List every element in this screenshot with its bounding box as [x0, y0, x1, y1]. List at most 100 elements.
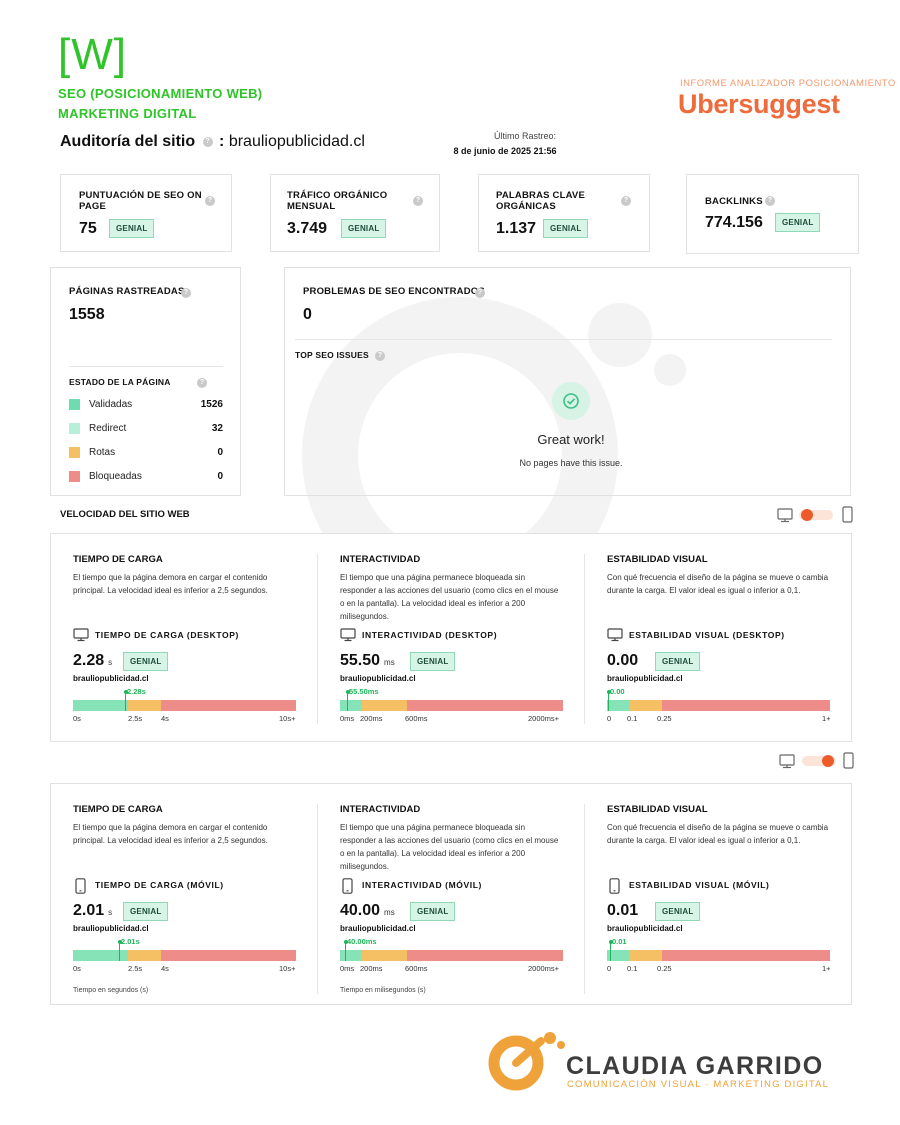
value-marker: [125, 692, 126, 711]
axis-tick: 0: [607, 964, 612, 973]
site-domain: brauliopublicidad.cl: [340, 674, 416, 683]
brand-line-2: MARKETING DIGITAL: [58, 106, 197, 121]
great-work-text: Great work!: [537, 432, 605, 447]
help-icon[interactable]: ?: [475, 288, 485, 298]
axis-tick: 200ms: [360, 714, 383, 723]
divider: [317, 554, 318, 724]
bar-segment-good: [340, 700, 362, 711]
kpi-value: 774.156: [705, 214, 763, 231]
axis-tick: 0: [607, 714, 612, 723]
help-icon[interactable]: ?: [197, 378, 207, 388]
axis-tick: 2.5s: [128, 714, 143, 723]
score-bar: [340, 700, 563, 711]
legend-count: 0: [217, 471, 223, 482]
score-bar: [607, 700, 830, 711]
axis-tick: 0.25: [657, 964, 672, 973]
speed-col-title: ESTABILIDAD VISUAL: [607, 554, 708, 565]
speed-col-desc: Con qué frecuencia el diseño de la págin…: [607, 823, 829, 845]
footnote-seconds: Tiempo en segundos (s): [73, 987, 149, 994]
bar-segment-average: [629, 700, 662, 711]
divider: [295, 339, 832, 340]
mobile-icon: [73, 878, 89, 894]
value-marker-label: 55.50ms: [349, 687, 379, 696]
help-icon[interactable]: ?: [765, 196, 775, 206]
metric-value: 2.28 s: [73, 652, 112, 670]
metric-title: INTERACTIVIDAD (DESKTOP): [362, 630, 498, 640]
kpi-value: 1.137: [496, 220, 537, 237]
speed-col-title: TIEMPO DE CARGA: [73, 804, 163, 815]
bar-segment-good: [607, 700, 629, 711]
legend-count: 0: [217, 447, 223, 458]
axis-tick: 0.1: [627, 714, 638, 723]
axis-tick: 10s+: [279, 964, 296, 973]
axis-tick: 1+: [822, 964, 831, 973]
score-bar: [73, 950, 296, 961]
bar-segment-good: [73, 700, 128, 711]
status-label: ESTADO DE LA PÁGINA: [69, 377, 171, 387]
help-icon[interactable]: ?: [413, 196, 423, 206]
help-icon[interactable]: ?: [205, 196, 215, 206]
page-title: Auditoría del sitio ? : brauliopublicida…: [60, 133, 365, 151]
bar-segment-poor: [662, 950, 830, 961]
value-marker-label: 0.00: [610, 687, 625, 696]
bar-segment-average: [128, 950, 161, 961]
axis-tick: 0.25: [657, 714, 672, 723]
divider: [584, 554, 585, 724]
mobile-icon: [843, 752, 854, 769]
legend-swatch-valid: [69, 399, 80, 410]
help-icon[interactable]: ?: [202, 136, 213, 147]
axis-tick: 0ms: [340, 714, 355, 723]
kpi-value: 3.749: [287, 220, 328, 237]
metric-number: 2.01: [73, 902, 105, 919]
metric-value: 0.01: [607, 902, 642, 920]
value-marker: [610, 942, 611, 961]
status-badge: GENIAL: [123, 902, 169, 921]
status-badge: GENIAL: [775, 213, 821, 232]
speed-col-title: INTERACTIVIDAD: [340, 804, 421, 815]
speed-col-title: INTERACTIVIDAD: [340, 554, 421, 565]
value-marker: [345, 942, 346, 961]
help-icon[interactable]: ?: [181, 288, 191, 298]
legend-label: Bloqueadas: [89, 471, 142, 482]
legend-label: Rotas: [89, 447, 116, 458]
help-icon[interactable]: ?: [621, 196, 631, 206]
site-domain: brauliopublicidad.cl: [340, 924, 416, 933]
speed-col-title: ESTABILIDAD VISUAL: [607, 804, 708, 815]
speed-section-title: VELOCIDAD DEL SITIO WEB: [60, 509, 190, 520]
value-marker-label: 2.01s: [121, 937, 140, 946]
status-badge: GENIAL: [543, 219, 589, 238]
audit-sep: :: [219, 133, 225, 150]
device-toggle-desktop[interactable]: [776, 506, 856, 529]
check-icon: [552, 382, 590, 420]
device-toggle-mobile[interactable]: [778, 752, 858, 775]
metric-unit: s: [108, 908, 113, 917]
speed-card-mobile: [50, 783, 852, 1005]
desktop-icon: [777, 508, 793, 520]
bar-segment-average: [128, 700, 161, 711]
kpi-card-traffic: TRÁFICO ORGÁNICO MENSUAL ? 3.749 GENIAL: [270, 174, 440, 252]
audit-domain[interactable]: brauliopublicidad.cl: [229, 133, 365, 150]
issues-label: PROBLEMAS DE SEO ENCONTRADOS: [303, 286, 485, 297]
metric-unit: ms: [384, 658, 395, 667]
metric-title: TIEMPO DE CARGA (DESKTOP): [95, 630, 239, 640]
legend-swatch-blocked: [69, 471, 80, 482]
no-issues-text: No pages have this issue.: [519, 458, 623, 468]
axis-tick: 200ms: [360, 964, 383, 973]
bar-segment-average: [629, 950, 662, 961]
axis-tick: 10s+: [279, 714, 296, 723]
axis-tick: 2000ms+: [528, 964, 560, 973]
bar-segment-poor: [161, 950, 296, 961]
value-marker-label: 40.00ms: [347, 937, 377, 946]
audit-label: Auditoría del sitio: [60, 133, 196, 150]
help-icon[interactable]: ?: [375, 351, 385, 361]
desktop-icon: [779, 754, 795, 766]
bar-segment-average: [362, 950, 407, 961]
top-issues-label: TOP SEO ISSUES: [295, 350, 369, 360]
axis-tick: 600ms: [405, 714, 428, 723]
metric-number: 0.00: [607, 652, 639, 669]
seo-issues-card: PROBLEMAS DE SEO ENCONTRADOS ? 0 TOP SEO…: [284, 267, 851, 496]
kpi-label: PUNTUACIÓN DE SEO ON PAGE: [79, 190, 202, 212]
pages-label: PÁGINAS RASTREADAS: [69, 286, 185, 297]
metric-unit: ms: [384, 908, 395, 917]
kpi-value: 75: [79, 220, 97, 237]
